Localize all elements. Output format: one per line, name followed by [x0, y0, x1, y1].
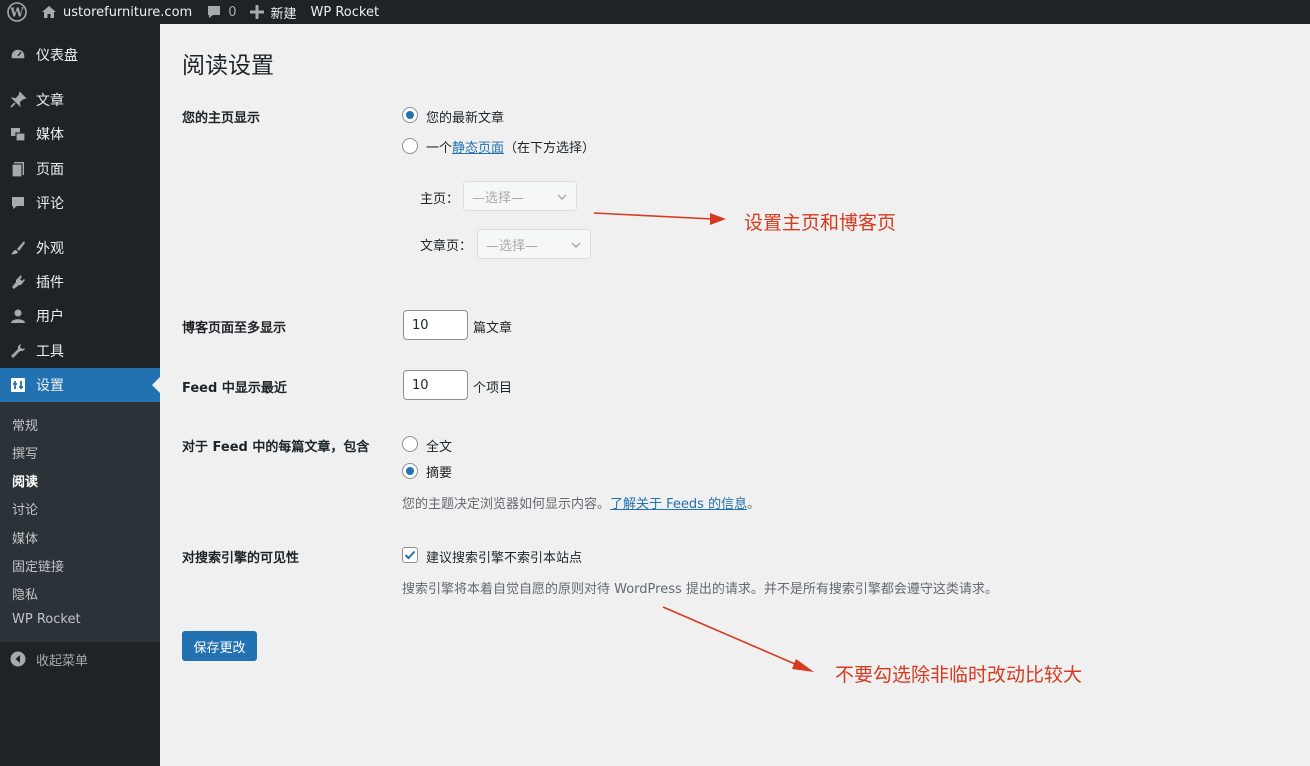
static-page-suffix: （在下方选择）	[504, 141, 596, 156]
feeds-info-link[interactable]: 了解关于 Feeds 的信息	[610, 497, 747, 512]
pin-icon	[0, 91, 36, 109]
static-page-link[interactable]: 静态页面	[452, 141, 504, 156]
menu-plugins-label: 插件	[36, 275, 64, 291]
page-title: 阅读设置	[182, 53, 274, 79]
full-text-radio[interactable]	[402, 436, 418, 452]
menu-pages-label: 页面	[36, 162, 64, 178]
brush-icon	[0, 239, 36, 257]
wrench-icon	[0, 342, 36, 360]
front-page-select[interactable]: —选择—	[463, 181, 577, 211]
submenu-wp-rocket[interactable]: WP Rocket	[12, 612, 81, 627]
collapse-menu-label: 收起菜单	[36, 653, 89, 669]
dashboard-icon	[0, 46, 36, 64]
front-page-label: 主页：	[420, 192, 460, 207]
summary-label: 摘要	[426, 466, 453, 481]
submenu-media[interactable]: 媒体	[12, 528, 38, 547]
submenu-privacy[interactable]: 隐私	[12, 584, 38, 603]
posts-per-page-input[interactable]: 10	[403, 310, 468, 340]
search-visibility-description: 搜索引擎将本着自觉自愿的原则对待 WordPress 提出的请求。并不是所有搜索…	[402, 582, 998, 597]
submenu-discussion[interactable]: 讨论	[12, 499, 38, 518]
new-content-link[interactable]: 新建	[243, 0, 303, 24]
menu-comments-label: 评论	[36, 196, 64, 212]
plugin-icon	[0, 273, 36, 291]
menu-dashboard[interactable]: 仪表盘	[0, 38, 160, 72]
settings-icon	[0, 376, 36, 394]
static-page-radio[interactable]	[402, 138, 418, 154]
discourage-search-label: 建议搜索引擎不索引本站点	[426, 551, 583, 566]
feed-items-input[interactable]: 10	[403, 370, 468, 400]
posts-page-select[interactable]: —选择—	[477, 229, 591, 259]
comments-link[interactable]: 0	[199, 0, 243, 24]
homepage-display-label: 您的主页显示	[182, 111, 261, 126]
blog-pages-label: 博客页面至多显示	[182, 321, 287, 336]
checkmark-icon	[404, 550, 416, 560]
menu-dashboard-label: 仪表盘	[36, 48, 78, 64]
collapse-arrow-icon	[0, 651, 36, 667]
submenu-writing[interactable]: 撰写	[12, 443, 38, 462]
settings-submenu: 常规 撰写 阅读 讨论 媒体 固定链接 隐私 WP Rocket	[0, 402, 160, 642]
user-icon	[0, 307, 36, 325]
comment-icon	[0, 194, 36, 212]
menu-appearance-label: 外观	[36, 241, 64, 257]
submenu-reading[interactable]: 阅读	[12, 471, 38, 490]
discourage-search-checkbox[interactable]	[402, 547, 418, 563]
wordpress-logo-icon[interactable]: W	[0, 0, 34, 24]
wp-rocket-link[interactable]: WP Rocket	[304, 0, 387, 24]
feed-description: 您的主题决定浏览器如何显示内容。了解关于 Feeds 的信息。	[402, 493, 760, 512]
collapse-menu-button[interactable]: 收起菜单	[0, 648, 88, 670]
feed-desc-prefix: 您的主题决定浏览器如何显示内容。	[402, 497, 611, 512]
latest-posts-radio[interactable]	[402, 107, 418, 123]
plus-icon	[250, 5, 265, 19]
static-page-option: 一个静态页面（在下方选择）	[426, 137, 595, 156]
posts-page-label: 文章页：	[420, 239, 473, 254]
menu-settings-label: 设置	[36, 378, 64, 394]
menu-tools-label: 工具	[36, 344, 64, 360]
site-name-link[interactable]: ustorefurniture.com	[34, 0, 199, 24]
search-visibility-label: 对搜索引擎的可见性	[182, 551, 300, 566]
front-page-select-value: —选择—	[472, 190, 525, 206]
full-text-label: 全文	[426, 440, 453, 455]
admin-bar: W ustorefurniture.com 0 新建 WP Rocket	[0, 0, 1310, 24]
page-icon	[0, 160, 36, 178]
posts-page-select-value: —选择—	[486, 238, 539, 254]
feed-items-unit: 个项目	[473, 381, 513, 396]
media-icon	[0, 125, 36, 143]
menu-media[interactable]: 媒体	[0, 117, 160, 151]
menu-media-label: 媒体	[36, 127, 64, 143]
chevron-down-icon	[570, 239, 582, 251]
svg-text:W: W	[9, 6, 24, 20]
save-changes-button[interactable]: 保存更改	[182, 631, 257, 661]
menu-posts-label: 文章	[36, 93, 64, 109]
feed-desc-suffix: 。	[747, 497, 761, 512]
submenu-permalinks[interactable]: 固定链接	[12, 556, 64, 575]
submenu-general[interactable]: 常规	[12, 415, 38, 434]
annotation-note-homepage: 设置主页和博客页	[744, 212, 897, 234]
menu-users-label: 用户	[36, 309, 64, 325]
menu-comments[interactable]: 评论	[0, 186, 160, 220]
menu-appearance[interactable]: 外观	[0, 231, 160, 265]
admin-sidebar: 仪表盘 文章 媒体 页面 评论 外观 插件 用户 工具 设置 常规 撰写 阅读 …	[0, 24, 160, 766]
comment-bubble-icon	[206, 4, 222, 20]
menu-tools[interactable]: 工具	[0, 334, 160, 368]
site-name: ustorefurniture.com	[63, 4, 193, 20]
menu-settings[interactable]: 设置	[0, 368, 160, 402]
summary-radio[interactable]	[402, 463, 418, 479]
static-page-prefix: 一个	[426, 141, 453, 156]
menu-posts[interactable]: 文章	[0, 83, 160, 117]
main-content: 阅读设置 您的主页显示 您的最新文章 一个静态页面（在下方选择） 主页： —选择…	[160, 24, 1310, 766]
feed-count-label: Feed 中显示最近	[182, 381, 287, 396]
menu-pages[interactable]: 页面	[0, 152, 160, 186]
menu-plugins[interactable]: 插件	[0, 265, 160, 299]
feed-content-label: 对于 Feed 中的每篇文章，包含	[182, 440, 370, 455]
posts-per-page-unit: 篇文章	[473, 321, 513, 336]
home-icon	[41, 4, 57, 20]
annotation-note-search: 不要勾选除非临时改动比较大	[835, 664, 1083, 686]
latest-posts-label: 您的最新文章	[426, 111, 505, 126]
menu-users[interactable]: 用户	[0, 299, 160, 333]
comments-count: 0	[228, 4, 237, 20]
wp-rocket-label: WP Rocket	[310, 4, 380, 20]
chevron-down-icon	[556, 191, 568, 203]
new-label: 新建	[270, 6, 297, 22]
